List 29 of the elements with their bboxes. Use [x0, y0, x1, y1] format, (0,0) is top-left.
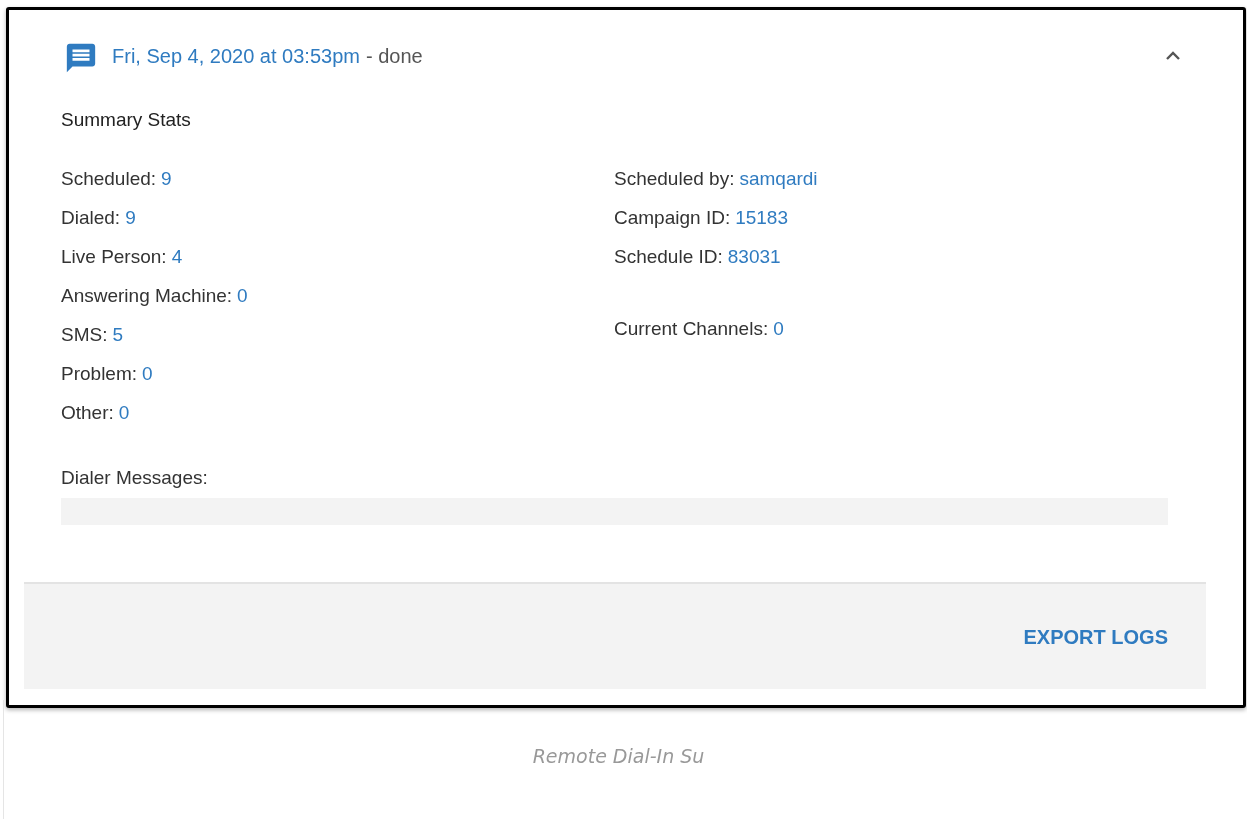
export-logs-button[interactable]: EXPORT LOGS — [1023, 621, 1168, 652]
stat-value: 9 — [125, 206, 136, 231]
stat-value: samqardi — [739, 167, 818, 192]
stat-label: Scheduled by: — [614, 167, 735, 192]
image-caption: Remote Dial-In Su — [532, 744, 705, 769]
chevron-up-icon[interactable] — [1164, 50, 1182, 62]
stat-label: Problem: — [61, 362, 138, 387]
stat-label: Live Person: — [61, 245, 167, 270]
stat-value: 15183 — [735, 206, 788, 231]
stat-label: Dialed: — [61, 206, 121, 231]
stat-label: Scheduled: — [61, 167, 157, 192]
panel-status: - done — [365, 44, 423, 69]
stat-value: 9 — [161, 167, 172, 192]
messages-label: Dialer Messages: — [61, 465, 209, 490]
stat-value: 4 — [171, 245, 183, 270]
stat-label: Current Channels: — [614, 317, 769, 342]
stat-label: SMS: — [61, 323, 108, 348]
stat-label: Schedule ID: — [614, 245, 723, 270]
stat-value: 0 — [237, 284, 248, 309]
stat-value: 5 — [112, 323, 124, 348]
panel-title[interactable]: Fri, Sep 4, 2020 at 03:53pm — [112, 41, 360, 71]
stat-label: Campaign ID: — [614, 206, 731, 231]
stat-value: 0 — [118, 401, 130, 426]
stat-label: Answering Machine: — [61, 284, 233, 309]
stat-label: Other: — [61, 401, 114, 426]
stat-value: 83031 — [727, 245, 781, 270]
section-title: Summary Stats — [61, 107, 192, 132]
stat-value: 0 — [142, 362, 153, 387]
stat-value: 0 — [773, 317, 784, 342]
